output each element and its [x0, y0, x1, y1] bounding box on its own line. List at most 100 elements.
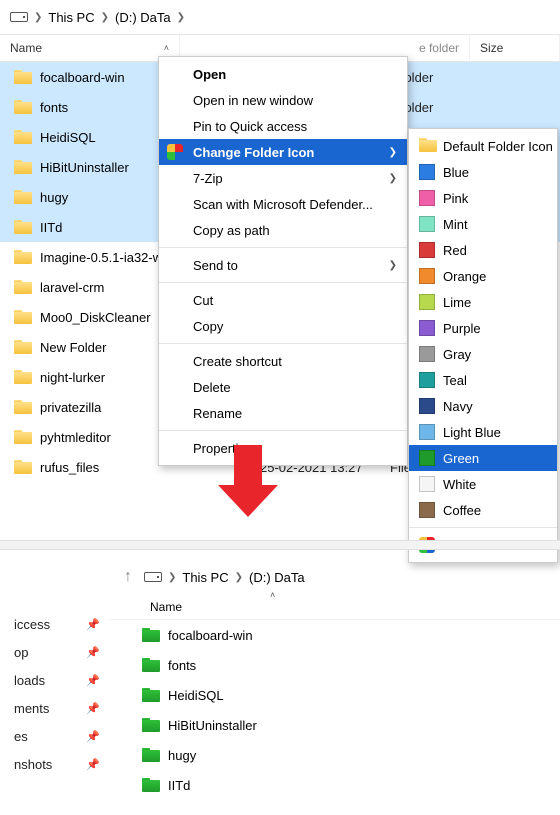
color-swatch-icon: [419, 268, 435, 284]
quick-access-item[interactable]: loads📌: [0, 666, 110, 694]
menu-pin-quick-access[interactable]: Pin to Quick access: [159, 113, 407, 139]
col-name[interactable]: Name: [110, 600, 182, 614]
breadcrumb-drive[interactable]: (D:) DaTa: [249, 570, 305, 585]
chevron-right-icon[interactable]: ❯: [235, 572, 243, 583]
table-row[interactable]: HiBitUninstaller: [110, 710, 560, 740]
breadcrumb-drive[interactable]: (D:) DaTa: [115, 10, 171, 25]
up-icon[interactable]: ↑: [114, 568, 138, 586]
sort-asc-icon: ˄: [270, 590, 275, 600]
chevron-right-icon: ❯: [389, 173, 397, 184]
chevron-right-icon[interactable]: ❯: [168, 572, 176, 583]
folder-icon: [14, 460, 32, 474]
menu-create-shortcut[interactable]: Create shortcut: [159, 348, 407, 374]
file-name: HiBitUninstaller: [40, 160, 129, 175]
file-name: rufus_files: [40, 460, 99, 475]
file-name: IITd: [168, 778, 190, 793]
pin-icon: 📌: [86, 702, 100, 715]
file-name: IITd: [40, 220, 62, 235]
table-row[interactable]: hugy: [110, 740, 560, 770]
submenu-color-red[interactable]: Red: [409, 237, 557, 263]
folder-icon: [14, 190, 32, 204]
col-size[interactable]: Size: [470, 35, 560, 61]
submenu-color-purple[interactable]: Purple: [409, 315, 557, 341]
menu-properties[interactable]: Properties: [159, 435, 407, 461]
submenu-color-green[interactable]: Green: [409, 445, 557, 471]
menu-separator: [159, 282, 407, 283]
table-row[interactable]: IITd: [110, 770, 560, 800]
menu-defender[interactable]: Scan with Microsoft Defender...: [159, 191, 407, 217]
column-headers: Name ˄: [110, 594, 560, 620]
color-swatch-icon: [419, 242, 435, 258]
file-name: focalboard-win: [168, 628, 253, 643]
folder-icon: [142, 748, 160, 762]
quick-access-item[interactable]: ments📌: [0, 694, 110, 722]
folder-icon: [14, 220, 32, 234]
drive-icon: [144, 572, 162, 582]
quick-access-item[interactable]: iccess📌: [0, 610, 110, 638]
menu-cut[interactable]: Cut: [159, 287, 407, 313]
menu-separator: [159, 430, 407, 431]
breadcrumb[interactable]: ↑ ❯ This PC ❯ (D:) DaTa: [110, 560, 560, 594]
menu-send-to[interactable]: Send to❯: [159, 252, 407, 278]
chevron-right-icon[interactable]: ❯: [177, 12, 185, 23]
menu-copy[interactable]: Copy: [159, 313, 407, 339]
menu-delete[interactable]: Delete: [159, 374, 407, 400]
drive-icon: [10, 12, 28, 22]
quick-access-item[interactable]: op📌: [0, 638, 110, 666]
file-name: fonts: [40, 100, 68, 115]
color-label: Orange: [443, 269, 486, 284]
color-label: Navy: [443, 399, 473, 414]
breadcrumb-root[interactable]: This PC: [48, 10, 94, 25]
file-name: HeidiSQL: [168, 688, 224, 703]
table-row[interactable]: focalboard-win: [110, 620, 560, 650]
submenu-color-orange[interactable]: Orange: [409, 263, 557, 289]
submenu-color-navy[interactable]: Navy: [409, 393, 557, 419]
color-swatch-icon: [419, 190, 435, 206]
menu-copy-as-path[interactable]: Copy as path: [159, 217, 407, 243]
chevron-right-icon[interactable]: ❯: [34, 12, 42, 23]
folder-icon: [142, 718, 160, 732]
file-name: privatezilla: [40, 400, 101, 415]
submenu-default-icon[interactable]: Default Folder Icon: [409, 133, 557, 159]
submenu-color-white[interactable]: White: [409, 471, 557, 497]
table-row[interactable]: HeidiSQL: [110, 680, 560, 710]
color-submenu: Default Folder Icon Blue PinkMintRed Orang…: [408, 128, 558, 563]
submenu-color-blue[interactable]: Blue: [409, 159, 557, 185]
menu-7zip[interactable]: 7-Zip❯: [159, 165, 407, 191]
menu-rename[interactable]: Rename: [159, 400, 407, 426]
menu-open[interactable]: Open: [159, 61, 407, 87]
app-icon: [167, 144, 183, 160]
chevron-right-icon[interactable]: ❯: [101, 12, 109, 23]
menu-open-new-window[interactable]: Open in new window: [159, 87, 407, 113]
file-name: laravel-crm: [40, 280, 104, 295]
submenu-color-light-blue[interactable]: Light Blue: [409, 419, 557, 445]
table-row[interactable]: fonts: [110, 650, 560, 680]
col-name[interactable]: Name ˄: [0, 35, 180, 61]
quick-access-item[interactable]: es📌: [0, 722, 110, 750]
color-swatch-icon: [419, 476, 435, 492]
breadcrumb-root[interactable]: This PC: [182, 570, 228, 585]
submenu-color-lime[interactable]: Lime: [409, 289, 557, 315]
qa-label: es: [14, 729, 28, 744]
quick-access-item[interactable]: nshots📌: [0, 750, 110, 778]
menu-change-folder-icon[interactable]: Change Folder Icon ❯: [159, 139, 407, 165]
submenu-color-pink[interactable]: Pink: [409, 185, 557, 211]
submenu-color-coffee[interactable]: Coffee: [409, 497, 557, 523]
submenu-color-gray[interactable]: Gray: [409, 341, 557, 367]
folder-icon: [14, 250, 32, 264]
divider: [0, 540, 560, 550]
file-name: Moo0_DiskCleaner: [40, 310, 151, 325]
context-menu: Open Open in new window Pin to Quick acc…: [158, 56, 408, 466]
submenu-color-mint[interactable]: Mint: [409, 211, 557, 237]
color-label: Teal: [443, 373, 467, 388]
breadcrumb[interactable]: ❯ This PC ❯ (D:) DaTa ❯: [0, 0, 560, 34]
folder-icon: [14, 280, 32, 294]
color-label: Gray: [443, 347, 471, 362]
file-name: hugy: [168, 748, 196, 763]
file-name: pyhtmleditor: [40, 430, 111, 445]
submenu-color-teal[interactable]: Teal: [409, 367, 557, 393]
color-swatch-icon: [419, 216, 435, 232]
color-label: Blue: [443, 165, 469, 180]
color-swatch-icon: [419, 398, 435, 414]
file-name: hugy: [40, 190, 68, 205]
